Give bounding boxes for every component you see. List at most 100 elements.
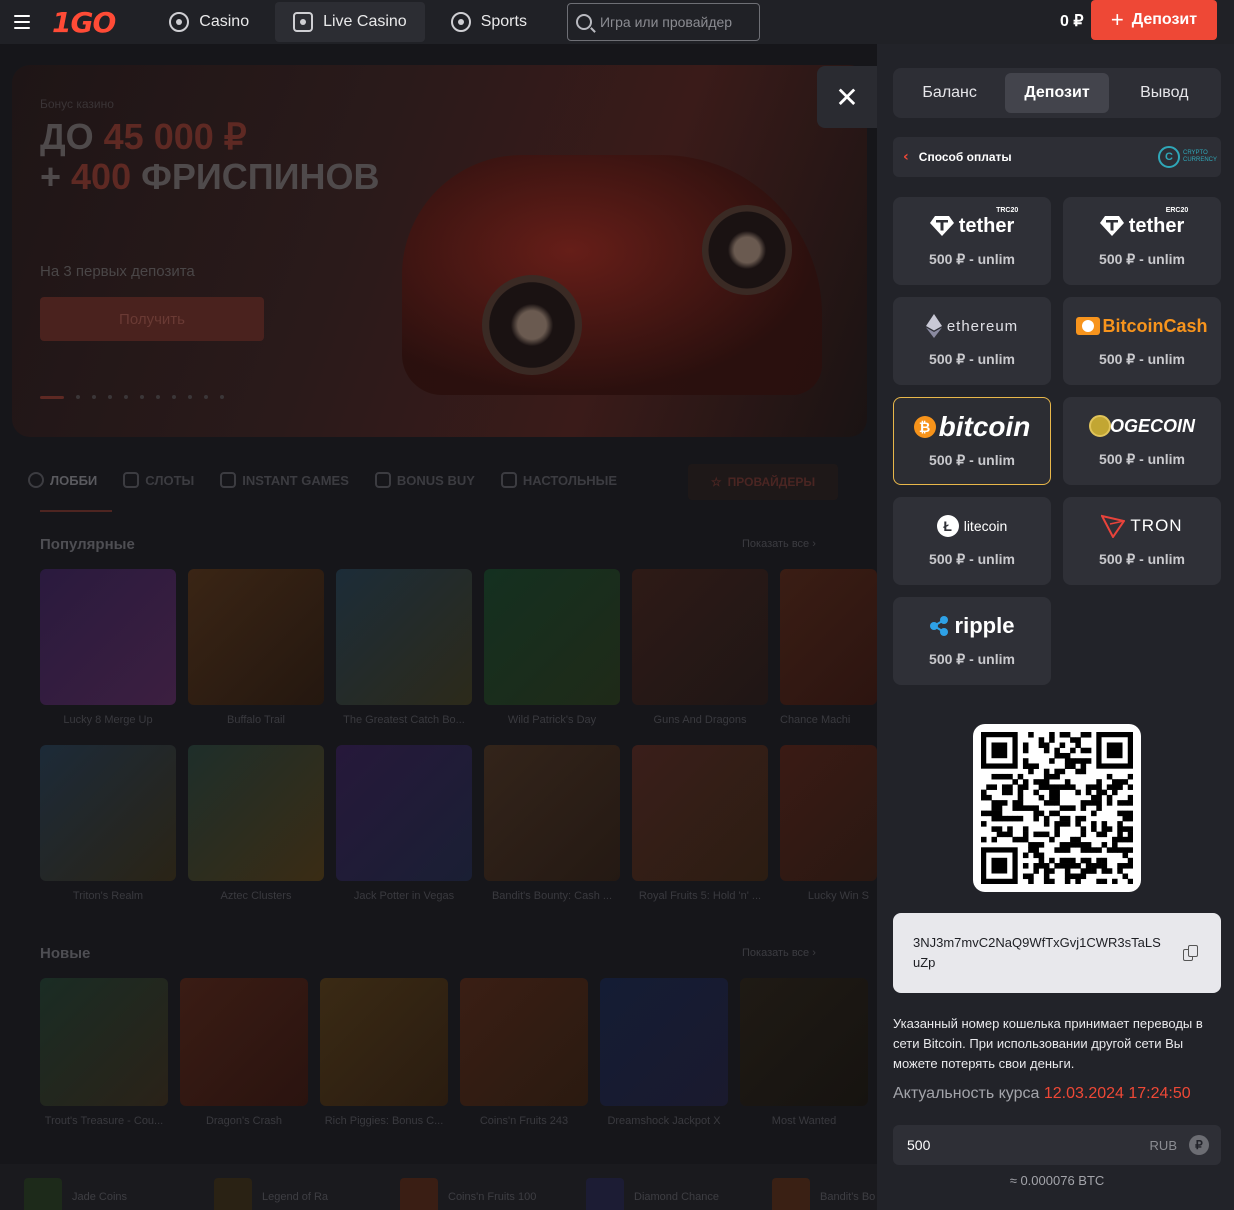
strip-item[interactable]: Legend of Ra (214, 1178, 328, 1210)
carousel-dots[interactable] (40, 395, 224, 399)
coin-option-dogecoin[interactable]: OGECOIN 500 ₽ - unlim (1063, 397, 1221, 485)
payment-method-back[interactable]: ‹ Способ оплаты C CRYPTO CURRENCY (893, 137, 1221, 177)
game-tile[interactable] (40, 978, 168, 1106)
carousel-dot[interactable] (220, 395, 224, 399)
carousel-dot[interactable] (92, 395, 96, 399)
game-tile[interactable] (484, 569, 620, 705)
carousel-dot[interactable] (188, 395, 192, 399)
coin-name: ripple (954, 613, 1015, 638)
tab-instant-games[interactable]: INSTANT GAMES (220, 472, 349, 488)
tether-logo: tether TRC20 (893, 207, 1051, 239)
carousel-dot[interactable] (124, 395, 128, 399)
tab-slots[interactable]: СЛОТЫ (123, 472, 194, 488)
hamburger-menu-icon[interactable] (14, 15, 30, 29)
game-tile[interactable] (740, 978, 868, 1106)
header-deposit-button[interactable]: + Депозит (1091, 0, 1217, 40)
strip-item[interactable]: Coins'n Fruits 100 (400, 1178, 536, 1210)
nav-sports[interactable]: Sports (433, 2, 545, 42)
coin-option-ethereum[interactable]: ethereum 500 ₽ - unlim (893, 297, 1051, 385)
coin-name: tether (958, 214, 1015, 237)
coin-option-litecoin[interactable]: Ł litecoin 500 ₽ - unlim (893, 497, 1051, 585)
hero-title: ДО 45 000 ₽ + 400 ФРИСПИНОВ (40, 117, 379, 197)
carousel-dot[interactable] (40, 395, 64, 399)
amount-field-box[interactable]: RUB ₽ (893, 1125, 1221, 1165)
carousel-dot[interactable] (204, 395, 208, 399)
tron-logo: TRON (1063, 513, 1221, 539)
soccer-ball-icon (450, 12, 471, 32)
game-tile[interactable] (40, 569, 176, 705)
nav-live-casino[interactable]: Live Casino (275, 2, 425, 42)
game-tile[interactable] (188, 745, 324, 881)
carousel-dot[interactable] (76, 395, 80, 399)
hero-wheel-image (702, 205, 792, 295)
close-panel-button[interactable]: ✕ (817, 66, 877, 128)
tab-lobby[interactable]: ЛОББИ (28, 472, 97, 488)
game-title: Bandit's Bounty: Cash ... (491, 890, 613, 902)
nav-sports-label: Sports (480, 13, 527, 30)
tab-table-games[interactable]: НАСТОЛЬНЫЕ (500, 472, 617, 488)
tab-withdraw[interactable]: Вывод (1113, 73, 1216, 113)
game-title: Buffalo Trail (227, 714, 285, 726)
game-tile[interactable] (484, 745, 620, 881)
search-input[interactable] (599, 14, 750, 30)
dogecoin-logo: OGECOIN (1063, 413, 1221, 439)
game-tile[interactable] (632, 569, 768, 705)
strip-item[interactable]: Diamond Chance (586, 1178, 719, 1210)
game-tile[interactable] (180, 978, 308, 1106)
game-tile[interactable] (632, 745, 768, 881)
copy-icon[interactable] (1183, 945, 1199, 961)
tab-bonus-buy-label: BONUS BUY (396, 472, 475, 488)
amount-input[interactable] (907, 1137, 1107, 1153)
tab-bonus-buy[interactable]: BONUS BUY (374, 472, 475, 488)
hero-get-button[interactable]: Получить (40, 297, 264, 341)
coin-option-tether-erc20[interactable]: tether ERC20 500 ₽ - unlim (1063, 197, 1221, 285)
coin-option-bitcoin-cash[interactable]: BitcoinCash 500 ₽ - unlim (1063, 297, 1221, 385)
game-tile[interactable] (336, 569, 472, 705)
coin-option-tether-trc20[interactable]: tether TRC20 500 ₽ - unlim (893, 197, 1051, 285)
new-section-title: Новые (40, 945, 91, 962)
converted-amount: ≈ 0.000076 BTC (1009, 1173, 1105, 1188)
strip-item[interactable]: Bandit's Bo (772, 1178, 875, 1210)
game-tile[interactable] (320, 978, 448, 1106)
strip-item[interactable]: Jade Coins (24, 1178, 127, 1210)
popular-show-all-link[interactable]: Показать все › (742, 538, 816, 550)
coin-name: OGECOIN (1109, 415, 1195, 436)
network-badge: ERC20 (1165, 206, 1189, 214)
strip-title: Legend of Ra (262, 1191, 329, 1203)
coin-option-tron[interactable]: TRON 500 ₽ - unlim (1063, 497, 1221, 585)
coin-option-bitcoin[interactable]: ₿ bitcoin 500 ₽ - unlim (893, 397, 1051, 485)
payment-method-label: Способ оплаты (918, 150, 1012, 164)
tab-balance[interactable]: Баланс (898, 73, 1001, 113)
coin-name: tether (1128, 214, 1185, 237)
game-title: Lucky Win S (807, 890, 869, 902)
coin-option-ripple[interactable]: ripple 500 ₽ - unlim (893, 597, 1051, 685)
providers-button[interactable]: ☆ ПРОВАЙДЕРЫ (688, 464, 838, 500)
bitcoin-cash-logo: BitcoinCash (1063, 313, 1221, 339)
balance-display[interactable]: 0 ₽ (1060, 11, 1084, 31)
game-tile[interactable] (40, 745, 176, 881)
game-tile[interactable] (780, 569, 877, 705)
carousel-dot[interactable] (172, 395, 176, 399)
strip-thumb (772, 1178, 810, 1210)
new-show-all-link[interactable]: Показать все › (742, 947, 816, 959)
network-badge: TRC20 (996, 206, 1019, 214)
search-box[interactable] (566, 3, 760, 41)
site-logo[interactable]: 1GO (52, 6, 116, 39)
carousel-dot[interactable] (108, 395, 112, 399)
crypto-currency-logo: C CRYPTO CURRENCY (1158, 146, 1217, 168)
popular-show-all-label: Показать все (742, 538, 810, 550)
game-tile[interactable] (780, 745, 877, 881)
game-tile[interactable] (600, 978, 728, 1106)
carousel-dot[interactable] (156, 395, 160, 399)
game-tile[interactable] (336, 745, 472, 881)
tron-icon (1101, 514, 1126, 538)
wallet-address-box[interactable]: 3NJ3m7mvC2NaQ9WfTxGvj1CWR3sTaLSuZp (893, 913, 1221, 993)
carousel-dot[interactable] (140, 395, 144, 399)
game-tile[interactable] (188, 569, 324, 705)
bitcoin-logo: ₿ bitcoin (894, 411, 1050, 442)
nav-casino[interactable]: Casino (151, 2, 267, 42)
hero-banner[interactable]: Бонус казино ДО 45 000 ₽ + 400 ФРИСПИНОВ… (12, 65, 867, 437)
tab-deposit[interactable]: Депозит (1005, 73, 1109, 113)
coin-limit: 500 ₽ - unlim (1099, 351, 1185, 367)
game-tile[interactable] (460, 978, 588, 1106)
